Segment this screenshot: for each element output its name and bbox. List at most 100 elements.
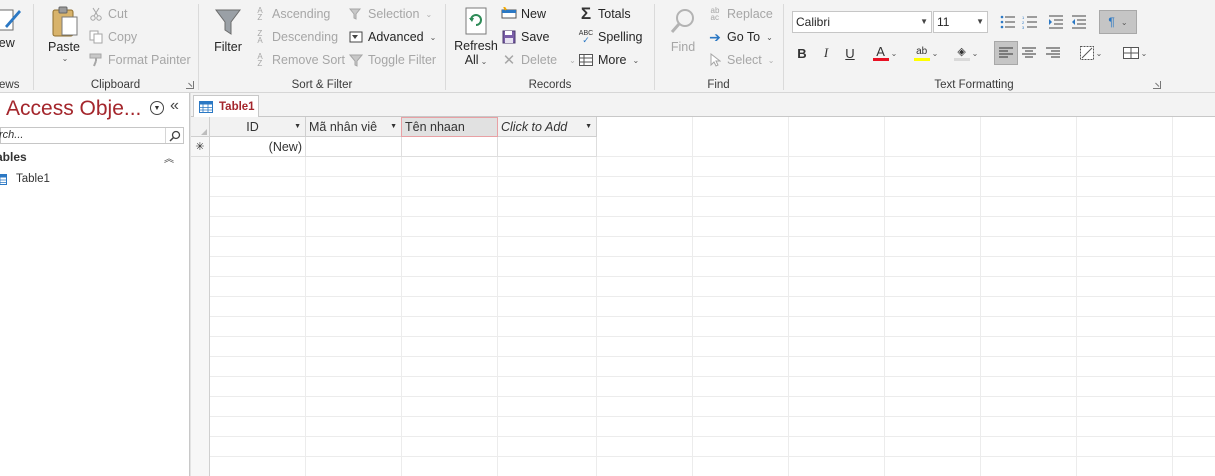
paste-button[interactable]: Paste ⌄	[44, 6, 84, 63]
ribbon: iew ews Paste ⌄ Cut	[0, 0, 1215, 93]
numbering-button[interactable]: 123	[1019, 11, 1041, 33]
save-record-button[interactable]: Save	[501, 27, 550, 47]
chevron-down-icon[interactable]: ▼	[294, 123, 301, 130]
descending-label: Descending	[272, 30, 339, 44]
refresh-all-button[interactable]: Refresh All ⌄	[454, 6, 498, 69]
nav-item-table1[interactable]: Table1	[0, 170, 180, 188]
text-formatting-launcher-icon[interactable]	[1153, 81, 1161, 89]
new-record-icon	[501, 6, 517, 22]
chevron-down-icon: ⌄	[480, 57, 488, 66]
ascending-label: Ascending	[272, 7, 331, 21]
view-button[interactable]: iew	[0, 6, 26, 50]
nav-search-box[interactable]: rch...	[0, 127, 184, 144]
totals-button[interactable]: Σ Totals	[578, 4, 631, 24]
replace-button[interactable]: ab ac Replace	[707, 4, 773, 24]
bullets-button[interactable]	[997, 11, 1019, 33]
filter-button-label: Filter	[214, 40, 242, 54]
gridlines-button[interactable]: ⌄	[1118, 42, 1152, 64]
delete-record-button[interactable]: ✕ Delete ⌄	[501, 50, 576, 70]
remove-sort-label: Remove Sort	[272, 53, 345, 67]
bold-button[interactable]: B	[791, 42, 813, 64]
font-color-button[interactable]: A ⌄	[870, 42, 900, 64]
descending-button[interactable]: ZA Descending	[252, 27, 338, 47]
chevron-down-icon[interactable]: ▼	[585, 123, 592, 130]
record-selector-column	[191, 117, 210, 476]
filter-button[interactable]: Filter	[209, 6, 247, 54]
new-record-button[interactable]: New	[501, 4, 546, 24]
toggle-filter-label: Toggle Filter	[368, 53, 437, 67]
column-header-ma-nhan-vien[interactable]: Mã nhân viê ▼	[306, 117, 402, 137]
underline-label: U	[845, 45, 855, 61]
paste-dropdown-icon: ⌄	[61, 54, 69, 63]
more-button[interactable]: More ⌄	[578, 50, 639, 70]
align-right-button[interactable]	[1042, 42, 1064, 64]
find-button[interactable]: Find	[665, 6, 701, 54]
italic-button[interactable]: I	[815, 42, 837, 64]
highlight-color-button[interactable]: ab ⌄	[909, 42, 943, 64]
underline-button[interactable]: U	[839, 42, 861, 64]
ascending-button[interactable]: AZ Ascending	[252, 4, 330, 24]
goto-button[interactable]: ➔ Go To ⌄	[707, 27, 773, 47]
new-record-ma-nhan-vien-cell[interactable]	[306, 137, 402, 157]
increase-indent-button[interactable]	[1045, 11, 1067, 33]
format-painter-button[interactable]: Format Painter	[88, 50, 191, 70]
align-left-button[interactable]	[994, 41, 1018, 65]
gridline	[191, 236, 1215, 237]
chevron-down-icon[interactable]: ▼	[390, 123, 397, 130]
table-icon	[0, 173, 7, 185]
new-record-ten-nhaan-cell[interactable]	[402, 137, 498, 157]
select-all-corner[interactable]	[191, 117, 210, 137]
gridline	[191, 456, 1215, 457]
gridline	[884, 117, 885, 476]
remove-sort-button[interactable]: AZ Remove Sort	[252, 50, 345, 70]
gridline	[1076, 117, 1077, 476]
delete-x-icon: ✕	[502, 52, 516, 69]
column-header-id[interactable]: ID ▼	[210, 117, 306, 137]
chevron-down-icon: ⌄	[1120, 17, 1128, 27]
align-center-button[interactable]	[1018, 42, 1040, 64]
clipboard-launcher-icon[interactable]	[186, 81, 194, 89]
copy-button[interactable]: Copy	[88, 27, 137, 47]
paragraph-direction-button[interactable]: ¶ ⌄	[1099, 10, 1137, 34]
bold-label: B	[797, 45, 807, 61]
datasheet-grid[interactable]: ✳ ID ▼ Mã nhân viê ▼ Tên nhaan Click to …	[191, 117, 1215, 476]
new-record-id-cell[interactable]: (New)	[210, 137, 306, 157]
spelling-button[interactable]: ABC ✓ Spelling	[578, 27, 643, 47]
selection-button[interactable]: Selection ⌄	[348, 4, 432, 24]
refresh-label-2-row: All ⌄	[465, 53, 488, 69]
nav-pane-menu-icon[interactable]: ▼	[150, 101, 164, 115]
column-header-label: ID	[246, 119, 259, 134]
advanced-button[interactable]: Advanced ⌄	[348, 27, 436, 47]
sort-filter-group-label: Sort & Filter	[291, 79, 353, 91]
column-header-click-to-add[interactable]: Click to Add ▼	[498, 117, 597, 137]
alternate-row-color-button[interactable]: ⌄	[1074, 42, 1108, 64]
cut-button[interactable]: Cut	[88, 4, 127, 24]
scissors-icon	[88, 6, 104, 22]
gridline	[191, 216, 1215, 217]
nav-pane-title[interactable]: ll Access Obje...	[0, 97, 141, 121]
delete-label: Delete	[521, 53, 558, 67]
align-center-icon	[1022, 47, 1036, 58]
chevron-double-up-icon[interactable]: ︽	[164, 150, 174, 165]
select-button[interactable]: Select ⌄	[707, 50, 774, 70]
gridline	[401, 117, 402, 476]
tab-table1[interactable]: Table1	[193, 95, 259, 118]
column-header-ten-nhaan[interactable]: Tên nhaan	[401, 117, 498, 137]
decrease-indent-button[interactable]	[1068, 11, 1090, 33]
new-record-selector[interactable]: ✳	[191, 137, 210, 157]
chevron-down-icon: ⌄	[971, 48, 979, 58]
chevron-down-icon: ⌄	[931, 48, 939, 58]
text-formatting-group: Calibri ▼ 11 ▼ 123 ¶ ⌄ B I U A ⌄ ab ⌄ ◈ …	[784, 0, 1164, 93]
nav-section-header[interactable]: ables	[0, 150, 27, 164]
search-icon[interactable]	[165, 128, 183, 143]
nav-pane-collapse-icon[interactable]: «	[170, 97, 179, 115]
new-record-click-to-add-cell[interactable]	[498, 137, 597, 157]
arrow-right-icon: ➔	[709, 28, 721, 45]
background-color-button[interactable]: ◈ ⌄	[949, 42, 983, 64]
font-name-combo[interactable]: Calibri ▼	[792, 11, 932, 33]
new-label: New	[521, 7, 547, 21]
gridline	[305, 117, 306, 476]
selection-filter-icon	[348, 6, 364, 22]
toggle-filter-button[interactable]: Toggle Filter	[348, 50, 436, 70]
font-size-combo[interactable]: 11 ▼	[933, 11, 988, 33]
